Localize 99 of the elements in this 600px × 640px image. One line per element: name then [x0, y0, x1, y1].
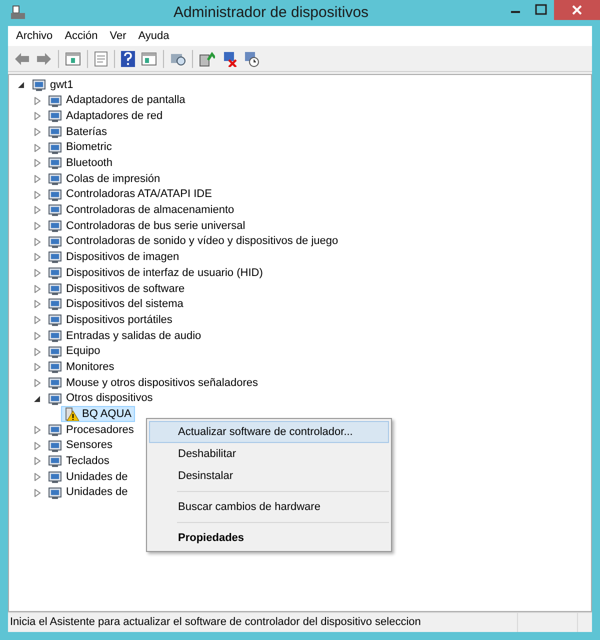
expand-arrow-icon[interactable] [34, 96, 40, 105]
tree-item[interactable]: Controladoras de bus serie universal [45, 218, 248, 234]
tree-item[interactable]: Dispositivos de interfaz de usuario (HID) [45, 265, 266, 282]
expand-arrow-icon[interactable] [34, 442, 40, 450]
device-icon [47, 266, 63, 280]
device-icon [47, 392, 63, 406]
expand-arrow-icon[interactable] [34, 426, 40, 434]
device-icon [47, 156, 63, 170]
tree-item[interactable]: Biometric [45, 140, 115, 156]
device-icon [47, 140, 63, 155]
device-clock-icon[interactable] [243, 50, 259, 66]
collapse-arrow-icon[interactable] [18, 80, 24, 89]
expand-arrow-icon[interactable] [34, 159, 40, 168]
forward-arrow-icon[interactable] [36, 52, 52, 66]
expand-arrow-icon[interactable] [34, 190, 40, 199]
tree-item[interactable]: Baterías [45, 124, 110, 140]
device-icon [47, 470, 63, 484]
device-cross-icon[interactable] [221, 50, 237, 66]
window-title: Administrador de dispositivos [173, 2, 369, 23]
expand-arrow-icon[interactable] [34, 457, 40, 466]
menu-item[interactable]: Ver [104, 28, 132, 44]
expand-arrow-icon[interactable] [34, 174, 40, 183]
status-bar-text: Inicia el Asistente para actualizar el software de controlador del dispositivo seleccion [8, 613, 518, 632]
tree-item[interactable]: Dispositivos portátiles [45, 312, 176, 328]
device-icon [47, 188, 63, 202]
context-menu-item[interactable]: Buscar cambios de hardware [149, 496, 389, 518]
device-icon [47, 422, 63, 437]
device-icon [47, 360, 63, 374]
device-manager-icon [10, 5, 26, 20]
expand-arrow-icon[interactable] [34, 363, 40, 372]
tree-item[interactable]: Colas de impresión [45, 170, 164, 187]
expand-arrow-icon[interactable] [34, 128, 40, 136]
expand-arrow-icon[interactable] [34, 206, 40, 214]
device-icon [47, 328, 63, 343]
tree-item[interactable]: Teclados [45, 453, 112, 470]
back-arrow-icon[interactable] [14, 52, 30, 66]
tree-item[interactable]: Controladoras de almacenamiento [45, 202, 238, 218]
tree-item[interactable]: Equipo [45, 344, 104, 360]
expand-arrow-icon[interactable] [34, 332, 40, 340]
tree-item[interactable]: Mouse y otros dispositivos señaladores [45, 374, 261, 391]
context-menu-item[interactable]: Actualizar software de controlador... [149, 421, 389, 443]
device-icon [47, 234, 63, 249]
collapse-arrow-icon[interactable] [34, 394, 40, 403]
tree-item[interactable]: Unidades de [45, 484, 131, 501]
properties-sheet-icon[interactable] [94, 50, 108, 66]
help-icon[interactable] [121, 50, 135, 66]
device-icon [47, 344, 63, 359]
tree-item[interactable]: Controladoras ATA/ATAPI IDE [45, 186, 215, 203]
close-icon [572, 5, 582, 15]
context-menu-item[interactable]: Desinstalar [149, 465, 389, 487]
expand-arrow-icon[interactable] [34, 222, 40, 230]
device-icon [47, 219, 63, 234]
device-icon [47, 124, 63, 139]
device-icon [47, 172, 63, 186]
device-icon [47, 94, 63, 108]
device-icon [31, 78, 47, 92]
tree-item[interactable]: Unidades de [45, 469, 131, 486]
device-icon [47, 438, 63, 453]
device-icon [47, 282, 63, 296]
device-icon [47, 486, 63, 500]
device-icon [47, 109, 63, 124]
tree-item[interactable]: Sensores [45, 438, 116, 454]
expand-arrow-icon[interactable] [34, 316, 40, 324]
menu-item[interactable]: Archivo [10, 28, 59, 44]
expand-arrow-icon[interactable] [34, 378, 40, 387]
tree-item[interactable]: Entradas y salidas de audio [45, 328, 204, 344]
expand-arrow-icon[interactable] [34, 144, 40, 152]
tree-item[interactable]: BQ AQUA [61, 406, 135, 422]
device-icon [47, 250, 63, 264]
expand-arrow-icon[interactable] [34, 112, 40, 120]
tree-item[interactable]: Monitores [45, 359, 118, 376]
expand-arrow-icon[interactable] [34, 253, 40, 262]
context-menu-item[interactable]: Deshabilitar [149, 443, 389, 465]
expand-arrow-icon[interactable] [34, 284, 40, 293]
tree-item[interactable]: Adaptadores de pantalla [45, 92, 188, 109]
device-icon [47, 313, 63, 328]
tree-item[interactable]: Dispositivos de imagen [45, 249, 182, 266]
expand-arrow-icon[interactable] [34, 300, 40, 308]
expand-arrow-icon[interactable] [34, 269, 40, 278]
device-icon [47, 376, 63, 390]
device-icon [47, 454, 63, 468]
tree-item[interactable]: gwt1 [29, 76, 76, 93]
menu-item[interactable]: Ayuda [132, 28, 176, 44]
expand-arrow-icon[interactable] [34, 488, 40, 497]
tree-item[interactable]: Adaptadores de red [45, 108, 166, 124]
device-icon [47, 203, 63, 218]
expand-arrow-icon[interactable] [34, 348, 40, 356]
close-button[interactable] [554, 0, 600, 20]
tree-item[interactable]: Bluetooth [45, 155, 116, 172]
tree-item[interactable]: Controladoras de sonido y vídeo y dispositivos de juego [45, 234, 342, 250]
menu-item[interactable]: Acción [58, 28, 104, 44]
tree-item[interactable]: Dispositivos de software [45, 280, 188, 297]
tree-item[interactable]: Otros dispositivos [45, 390, 156, 407]
device-icon [47, 297, 63, 312]
tree-item[interactable]: Dispositivos del sistema [45, 296, 186, 312]
tree-item[interactable]: Procesadores [45, 422, 137, 438]
expand-arrow-icon[interactable] [34, 238, 40, 246]
context-menu-item[interactable]: Propiedades [149, 527, 389, 549]
expand-arrow-icon[interactable] [34, 473, 40, 482]
